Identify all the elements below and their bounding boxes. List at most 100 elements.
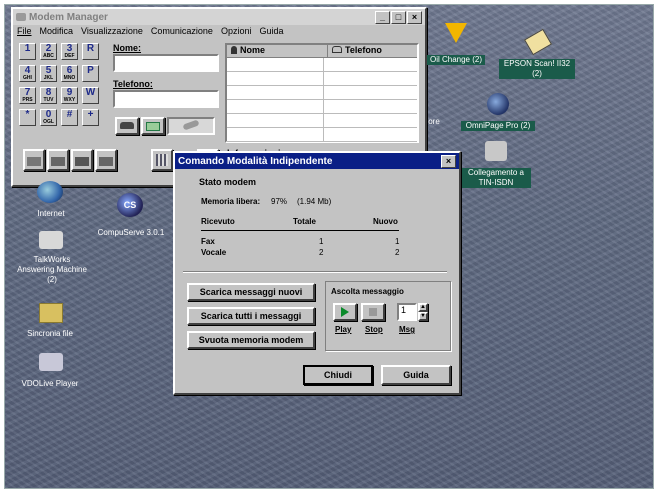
keypad-key[interactable]: 8 TUV [40, 87, 57, 104]
keypad-key[interactable]: 1 [19, 43, 36, 60]
internet-label[interactable]: Internet [27, 209, 75, 219]
contact-row[interactable] [227, 128, 417, 142]
collegamento-icon[interactable] [485, 141, 507, 161]
ascolta-label: Ascolta messaggio [331, 287, 404, 296]
col-telefono-label: Telefono [345, 45, 382, 55]
keypad-key[interactable]: P [82, 65, 99, 82]
oil-change-icon[interactable] [445, 23, 467, 43]
omnipage-label[interactable]: OmniPage Pro (2) [461, 121, 535, 131]
keypad-key[interactable]: + [82, 109, 99, 126]
col-totale: Totale [293, 217, 316, 226]
contact-row[interactable] [227, 58, 417, 72]
chiudi-button[interactable]: Chiudi [303, 365, 373, 385]
contact-row[interactable] [227, 100, 417, 114]
table-divider [201, 230, 399, 231]
modem-manager-title: Modem Manager [29, 11, 108, 23]
keypad-key-letters: JKL [43, 75, 54, 81]
keypad-key-digit: W [85, 87, 96, 98]
col-telefono-header[interactable]: Telefono [328, 45, 417, 57]
keypad-key[interactable]: 4 GHI [19, 65, 36, 82]
fax-receive-button[interactable] [47, 149, 69, 171]
answer-button[interactable] [95, 149, 117, 171]
vdolive-icon[interactable] [39, 353, 63, 371]
keypad-key-letters: WXY [63, 97, 76, 103]
menu-guida[interactable]: Guida [259, 26, 283, 39]
sincronia-icon[interactable] [39, 303, 63, 323]
partial-label[interactable]: ore [425, 117, 443, 127]
keypad-key[interactable]: 7 PRS [19, 87, 36, 104]
contact-row[interactable] [227, 86, 417, 100]
keypad-key[interactable]: 2 ABC [40, 43, 57, 60]
message-number-field[interactable]: 1 [397, 303, 417, 321]
talkworks-label[interactable]: TalkWorks Answering Machine (2) [15, 255, 89, 285]
collegamento-label[interactable]: Collegamento a TIN-ISDN [461, 168, 531, 188]
row-fax-totale: 1 [319, 237, 324, 246]
stop-label: Stop [365, 325, 383, 334]
keypad-key[interactable]: W [82, 87, 99, 104]
keypad-key[interactable]: # [61, 109, 78, 126]
phone-icon [120, 122, 134, 129]
guida-button[interactable]: Guida [381, 365, 451, 385]
keypad-key[interactable]: 0 OGL [40, 109, 57, 126]
keypad-toggle-button[interactable] [151, 149, 173, 171]
contact-name-cell [227, 100, 324, 113]
keypad-key[interactable]: 5 JKL [40, 65, 57, 82]
minimize-button[interactable]: _ [375, 10, 390, 24]
talkworks-icon[interactable] [39, 231, 63, 249]
menu-visualizzazione[interactable]: Visualizzazione [81, 26, 143, 39]
name-field[interactable] [113, 54, 219, 72]
menu-modifica[interactable]: Modifica [40, 26, 74, 39]
omnipage-icon[interactable] [487, 93, 509, 115]
scarica-nuovi-button[interactable]: Scarica messaggi nuovi [187, 283, 315, 301]
play-button[interactable] [333, 303, 357, 321]
svuota-memoria-button[interactable]: Svuota memoria modem [187, 331, 315, 349]
phone-app-icon [16, 13, 26, 21]
hangup-button[interactable] [141, 117, 165, 135]
scarica-tutti-button[interactable]: Scarica tutti i messaggi [187, 307, 315, 325]
keypad-key-letters: DEF [64, 53, 75, 59]
keypad-key[interactable]: R [82, 43, 99, 60]
name-label: Nome: [113, 43, 142, 53]
answering-machine-icon [99, 157, 113, 166]
contact-rows [227, 58, 417, 142]
epson-icon[interactable] [523, 28, 553, 56]
col-ricevuto: Ricevuto [201, 217, 235, 226]
fax-send-button[interactable] [23, 149, 45, 171]
dial-button[interactable] [115, 117, 139, 135]
keypad-key[interactable]: 3 DEF [61, 43, 78, 60]
epson-label[interactable]: EPSON Scan! II32 (2) [499, 59, 575, 79]
keypad-key-digit: P [87, 65, 94, 76]
dialog-close-button[interactable]: × [441, 154, 456, 168]
stop-button[interactable] [361, 303, 385, 321]
oil-change-label[interactable]: Oil Change (2) [427, 55, 485, 65]
voice-button[interactable] [71, 149, 93, 171]
menu-opzioni[interactable]: Opzioni [221, 26, 252, 39]
person-icon [231, 46, 237, 54]
menu-comunicazione[interactable]: Comunicazione [151, 26, 213, 39]
keypad-key[interactable]: 9 WXY [61, 87, 78, 104]
menu-bar: File Modifica Visualizzazione Comunicazi… [13, 25, 425, 40]
contact-row[interactable] [227, 72, 417, 86]
internet-icon[interactable] [37, 181, 63, 203]
menu-file[interactable]: File [17, 26, 32, 39]
sincronia-label[interactable]: Sincronia file [19, 329, 81, 339]
contact-row[interactable] [227, 114, 417, 128]
modem-manager-titlebar[interactable]: Modem Manager _ □ × [13, 9, 425, 25]
keypad-key-letters: OGL [43, 119, 54, 125]
msg-spin-down[interactable]: ▼ [418, 312, 428, 321]
msg-spin-up[interactable]: ▲ [418, 303, 428, 312]
close-button[interactable]: × [407, 10, 422, 24]
keypad-key-digit: + [87, 109, 94, 120]
maximize-button[interactable]: □ [391, 10, 406, 24]
phone-field[interactable] [113, 90, 219, 108]
col-nome-header[interactable]: Nome [227, 45, 328, 57]
keypad-key[interactable]: * [19, 109, 36, 126]
compuserve-icon[interactable]: CS [117, 193, 143, 217]
row-vocale-nuovo: 2 [395, 248, 400, 257]
vdolive-label[interactable]: VDOLive Player [17, 379, 83, 389]
contact-name-cell [227, 58, 324, 71]
dialog-titlebar[interactable]: Comando Modalità Indipendente × [175, 153, 459, 169]
compuserve-label[interactable]: CompuServe 3.0.1 [93, 228, 169, 238]
keypad-key[interactable]: 6 MNO [61, 65, 78, 82]
contact-list[interactable]: Nome Telefono [225, 43, 419, 143]
